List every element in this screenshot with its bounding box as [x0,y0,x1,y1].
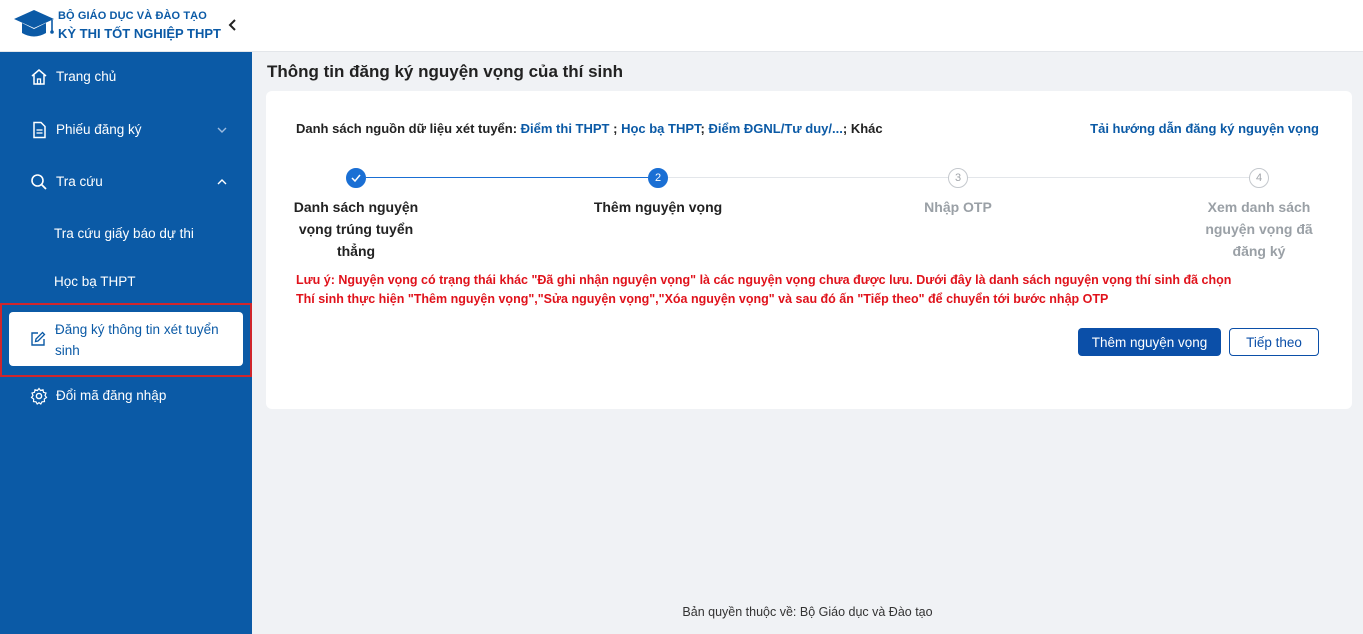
source-link-transcript[interactable]: Học bạ THPT [621,121,700,136]
gear-icon [30,387,48,405]
footer-copyright: Bản quyền thuộc về: Bộ Giáo dục và Đào t… [682,605,933,619]
source-link-exam-scores[interactable]: Điểm thi THPT [521,121,610,136]
step-2-indicator: 2 [648,168,668,188]
sidebar-subitem-exam-notice[interactable]: Tra cứu giấy báo dự thi [0,216,252,252]
sidebar: Trang chủ Phiếu đăng ký Tra cứu Tra cứu … [0,52,252,634]
document-icon [33,121,46,139]
edit-icon [31,331,46,346]
step-1-check-icon [346,168,366,188]
sidebar-item-label: Tra cứu [56,174,103,189]
next-button[interactable]: Tiếp theo [1229,328,1319,356]
sidebar-subitem-transcript[interactable]: Học bạ THPT [0,264,252,300]
step-1-label: Danh sách nguyện vọng trúng tuyển thẳng [293,199,419,259]
sidebar-item-label: Trang chủ [56,69,117,84]
warning-note-line-2: Thí sinh thực hiện "Thêm nguyện vọng","S… [296,292,1109,306]
home-icon [31,69,47,85]
org-name: BỘ GIÁO DỤC VÀ ĐÀO TẠO [58,10,207,22]
sidebar-item-registration-form[interactable]: Phiếu đăng ký [0,110,252,150]
registration-card: Danh sách nguồn dữ liệu xét tuyển: Điểm … [266,91,1352,409]
sidebar-subitem-label: Học bạ THPT [54,274,136,289]
sidebar-item-change-password[interactable]: Đổi mã đăng nhập [0,376,252,416]
step-3-indicator: 3 [948,168,968,188]
step-4-indicator: 4 [1249,168,1269,188]
chevron-down-icon [217,127,227,133]
chevron-left-icon[interactable] [224,15,242,35]
graduation-cap-icon [14,10,54,37]
warning-note-line-1: Lưu ý: Nguyện vọng có trạng thái khác "Đ… [296,273,1232,287]
source-separator: ; [842,121,851,136]
add-preference-button[interactable]: Thêm nguyện vọng [1078,328,1221,356]
step-3-label: Nhập OTP [924,199,992,215]
exam-name: KỲ THI TỐT NGHIỆP THPT [58,26,221,41]
sidebar-item-label: Đổi mã đăng nhập [56,388,167,403]
top-header: BỘ GIÁO DỤC VÀ ĐÀO TẠO KỲ THI TỐT NGHIỆP… [0,0,1363,52]
step-4-label: Xem danh sách nguyện vọng đã đăng ký [1205,199,1313,259]
source-other: Khác [850,121,883,136]
chevron-up-icon [217,179,227,185]
source-link-aptitude-test[interactable]: Điểm ĐGNL/Tư duy/... [708,121,842,136]
page-title: Thông tin đăng ký nguyện vọng của thí si… [267,62,624,81]
sidebar-subitem-label: Tra cứu giấy báo dự thi [54,226,194,241]
sidebar-item-lookup[interactable]: Tra cứu [0,162,252,202]
sidebar-item-label: Phiếu đăng ký [56,122,142,137]
sidebar-item-label: Đăng ký thông tin xét tuyển sinh [55,322,219,358]
sidebar-item-admission-registration[interactable]: Đăng ký thông tin xét tuyển sinh [9,312,243,366]
data-sources-line: Danh sách nguồn dữ liệu xét tuyển: Điểm … [296,121,883,136]
data-sources-prefix: Danh sách nguồn dữ liệu xét tuyển: [296,121,521,136]
stepper-line-completed [366,177,648,178]
download-guide-link[interactable]: Tải hướng dẫn đăng ký nguyện vọng [1090,121,1319,136]
sidebar-item-home[interactable]: Trang chủ [0,57,252,97]
source-separator: ; [609,121,622,136]
search-icon [31,174,47,190]
step-2-label: Thêm nguyện vọng [593,199,723,215]
